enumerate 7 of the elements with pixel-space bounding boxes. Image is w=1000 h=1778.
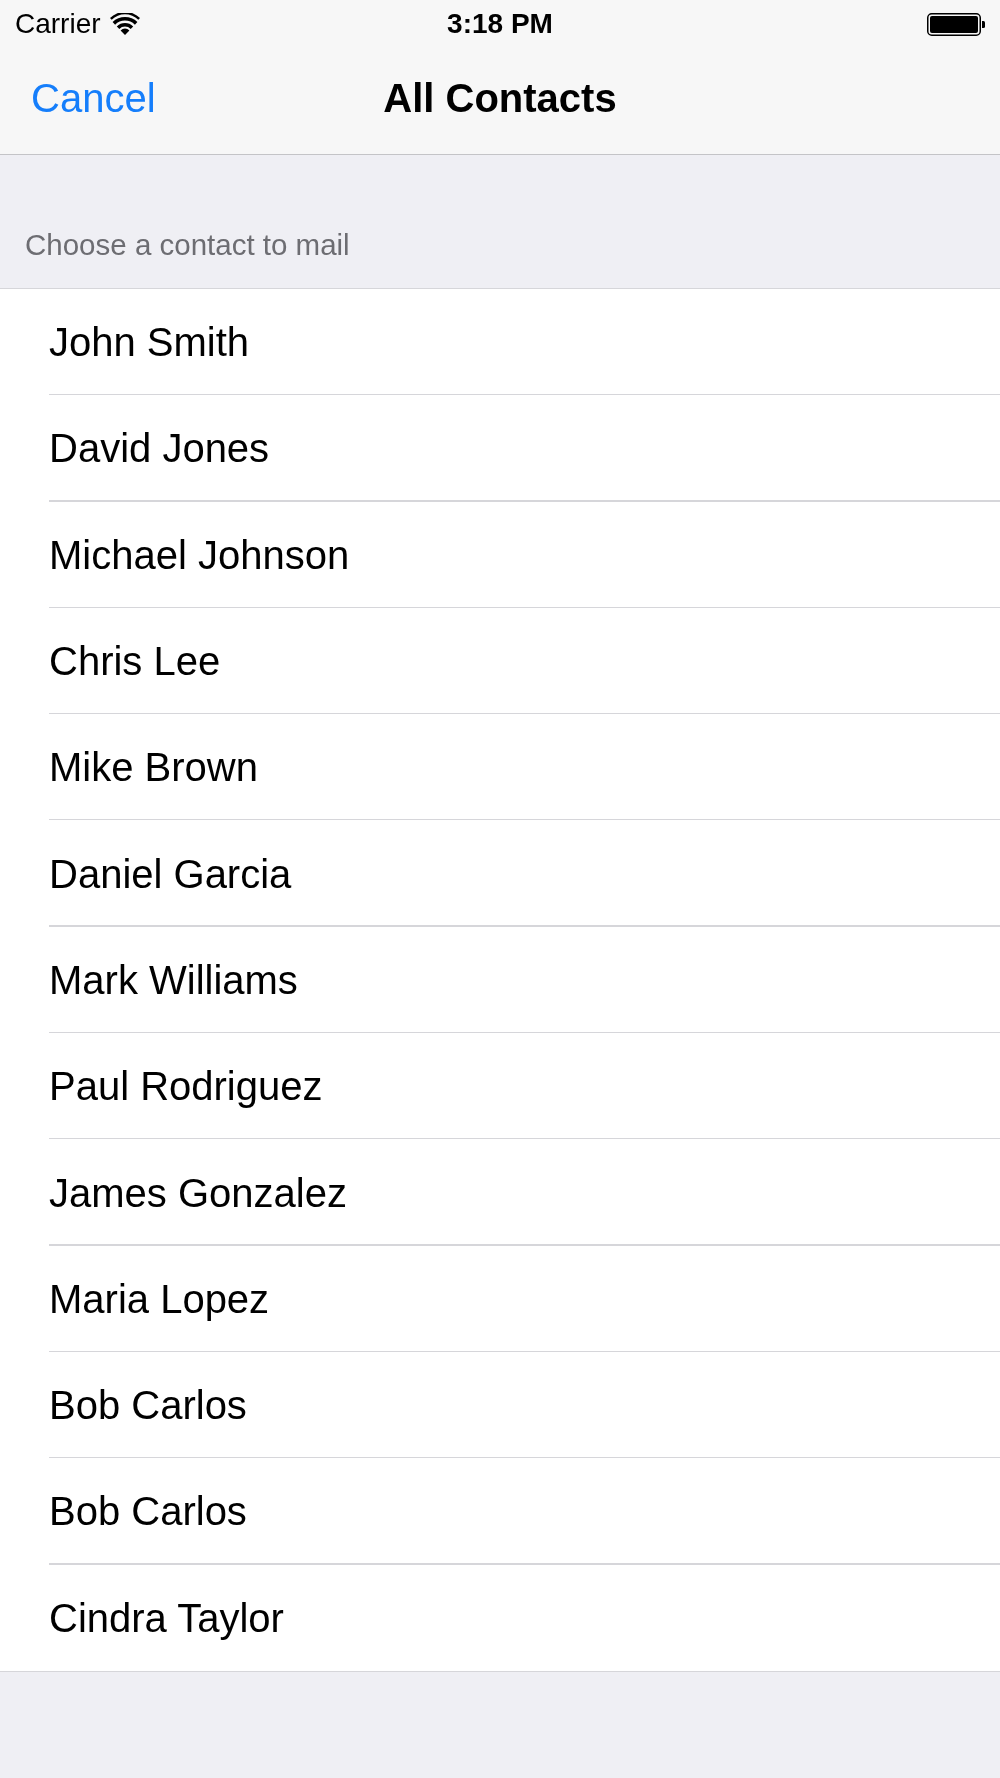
status-time: 3:18 PM [447,7,553,41]
wifi-icon [109,13,140,35]
battery-icon [927,12,985,36]
carrier-label: Carrier [15,7,101,41]
section-header: Choose a contact to mail [25,227,350,263]
cancel-button[interactable]: Cancel [20,70,167,126]
nav-title: All Contacts [383,75,617,122]
